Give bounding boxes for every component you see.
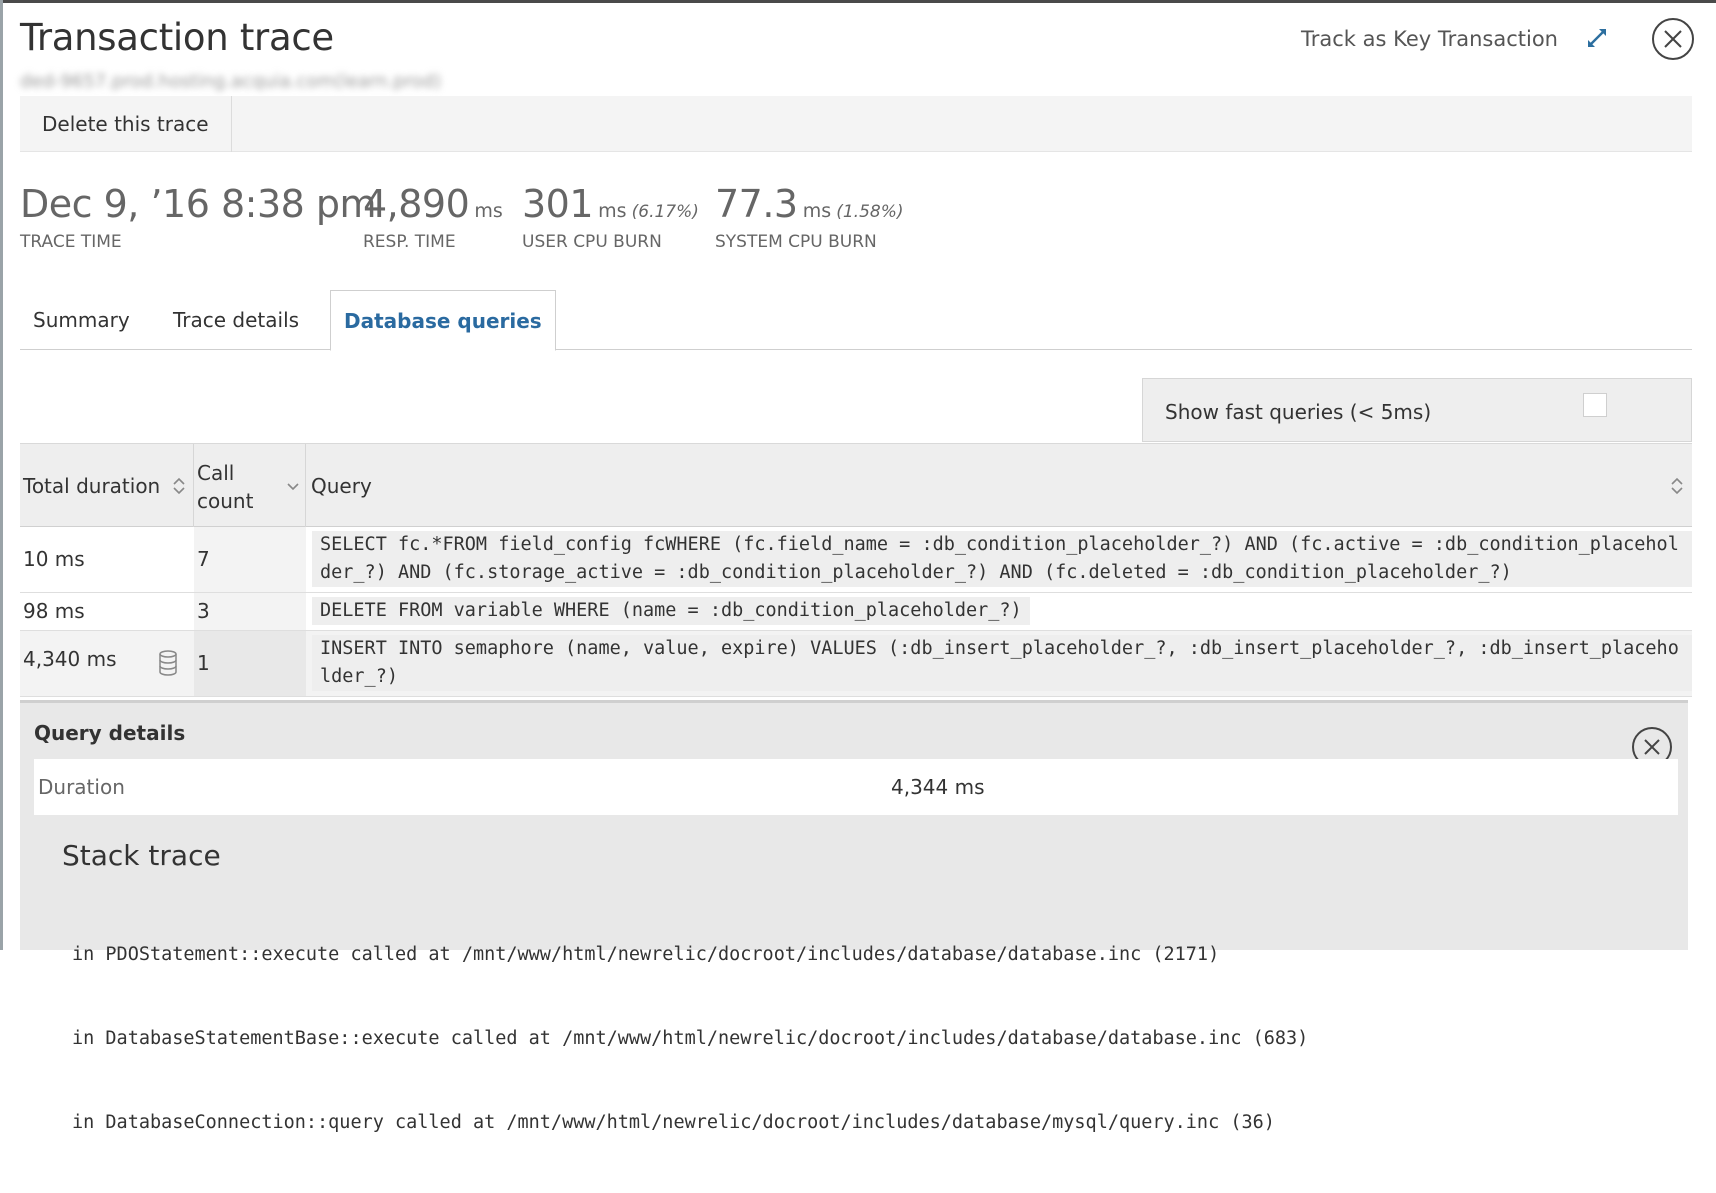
stack-line: in DatabaseStatementBase::execute called…: [72, 1028, 1309, 1049]
table-row[interactable]: 10 ms 7 SELECT fc.*FROM field_config fcW…: [20, 527, 1692, 593]
header-total-duration-label: Total duration: [23, 474, 161, 498]
stat-user-cpu: 301 ms (6.17%) USER CPU BURN: [522, 182, 699, 252]
system-cpu-value: 77.3: [715, 182, 798, 226]
stat-system-cpu: 77.3 ms (1.58%) SYSTEM CPU BURN: [715, 182, 904, 252]
tab-bar: Summary Trace details Database queries: [20, 290, 1692, 351]
stack-trace: in PDOStatement::execute called at /mnt/…: [72, 885, 1308, 1193]
sort-both-icon: [173, 477, 185, 495]
tab-trace-details[interactable]: Trace details: [160, 290, 312, 350]
expand-icon[interactable]: [1585, 26, 1609, 50]
row-duration: 4,340 ms: [20, 631, 194, 696]
duration-row: Duration 4,344 ms: [34, 759, 1678, 815]
header-query[interactable]: Query: [306, 444, 1692, 528]
stat-trace-time: Dec 9, ’16 8:38 pm TRACE TIME: [20, 182, 377, 252]
row-duration-value: 4,340 ms: [23, 647, 117, 671]
tab-summary[interactable]: Summary: [20, 290, 143, 350]
system-cpu-pct: (1.58%): [836, 202, 904, 222]
fast-queries-label: Show fast queries (< 5ms): [1165, 400, 1432, 424]
resp-time-unit: ms: [474, 200, 503, 222]
row-query: INSERT INTO semaphore (name, value, expi…: [312, 635, 1692, 691]
sort-desc-icon: [287, 483, 299, 491]
row-call-count: 1: [194, 631, 306, 696]
table-header: Total duration Call count Query: [20, 443, 1692, 528]
window-left-border: [0, 0, 3, 950]
user-cpu-label: USER CPU BURN: [522, 232, 662, 252]
query-details-title: Query details: [34, 721, 186, 745]
row-call-count: 3: [194, 593, 306, 630]
row-query: DELETE FROM variable WHERE (name = :db_c…: [312, 597, 1030, 625]
stack-line: in DatabaseConnection::query called at /…: [72, 1112, 1275, 1133]
row-query: SELECT fc.*FROM field_config fcWHERE (fc…: [312, 531, 1692, 587]
table-row-selected[interactable]: 4,340 ms 1 INSERT INTO semaphore (name, …: [20, 631, 1692, 697]
duration-label: Duration: [38, 775, 125, 799]
row-query-cell: DELETE FROM variable WHERE (name = :db_c…: [306, 593, 1692, 630]
sort-both-icon: [1671, 477, 1683, 495]
user-cpu-value: 301: [522, 182, 594, 226]
close-icon: [1664, 30, 1682, 48]
row-duration: 98 ms: [23, 599, 85, 623]
system-cpu-unit: ms: [802, 200, 832, 222]
track-key-transaction-link[interactable]: Track as Key Transaction: [1301, 27, 1558, 51]
table-row[interactable]: 98 ms 3 DELETE FROM variable WHERE (name…: [20, 593, 1692, 631]
database-icon[interactable]: [158, 649, 178, 677]
window-top-border: [0, 0, 1716, 3]
row-query-cell: INSERT INTO semaphore (name, value, expi…: [306, 631, 1692, 696]
page-title: Transaction trace: [20, 16, 334, 59]
row-duration: 10 ms: [23, 547, 85, 571]
host-subtitle: ded-9657.prod.hosting.acquia.com(learn.p…: [20, 71, 442, 92]
trace-time-label: TRACE TIME: [20, 232, 122, 252]
system-cpu-label: SYSTEM CPU BURN: [715, 232, 877, 252]
tab-database-queries[interactable]: Database queries: [330, 290, 556, 351]
row-call-count: 7: [194, 527, 306, 592]
row-query-cell: SELECT fc.*FROM field_config fcWHERE (fc…: [306, 527, 1692, 592]
stack-trace-title: Stack trace: [62, 839, 221, 872]
header-query-label: Query: [311, 474, 372, 498]
delete-trace-button[interactable]: Delete this trace: [20, 96, 232, 152]
user-cpu-pct: (6.17%): [631, 202, 699, 222]
duration-value: 4,344 ms: [891, 775, 985, 799]
resp-time-value: 4,890: [363, 182, 470, 226]
stack-line: in PDOStatement::execute called at /mnt/…: [72, 944, 1220, 965]
fast-queries-filter: Show fast queries (< 5ms): [1142, 378, 1692, 442]
resp-time-label: RESP. TIME: [363, 232, 456, 252]
stat-resp-time: 4,890 ms RESP. TIME: [363, 182, 503, 252]
trace-time-value: Dec 9, ’16 8:38 pm: [20, 182, 377, 226]
close-trace-button[interactable]: [1652, 18, 1694, 60]
header-total-duration[interactable]: Total duration: [20, 444, 194, 528]
user-cpu-unit: ms: [598, 200, 627, 222]
header-call-count[interactable]: Call count: [194, 444, 306, 528]
actions-bar: Delete this trace: [20, 96, 1692, 152]
query-details-panel: Query details Duration 4,344 ms Stack tr…: [20, 700, 1688, 1133]
fast-queries-checkbox[interactable]: [1583, 393, 1607, 417]
close-icon: [1644, 739, 1660, 755]
